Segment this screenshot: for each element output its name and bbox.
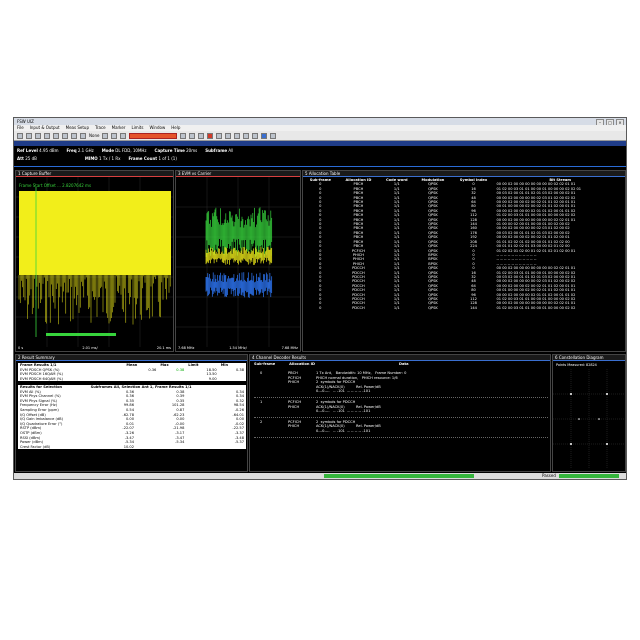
attenuation: Att 25 dB <box>17 156 37 161</box>
cell-bit-stream: 01 02 00 03 01 01 00 00 01 00 00 00 02 0… <box>496 305 576 310</box>
preset-icon[interactable] <box>71 132 77 139</box>
decoder-header: Sub-frame Allocation ID Data <box>254 362 409 366</box>
capture-buffer-axis: 0 s 2.01 ms/20.1 ms <box>18 346 171 350</box>
constellation-plot <box>553 369 625 469</box>
undo-icon[interactable] <box>80 132 86 139</box>
result-summary-title: 2 Result Summary <box>16 355 247 361</box>
result-value <box>136 444 187 450</box>
decoder-subframe: 2 <box>260 419 263 424</box>
measurement-progress <box>324 474 474 478</box>
zoom-out-icon[interactable] <box>225 132 232 139</box>
result-label: Crest Factor (dB) <box>18 444 89 450</box>
toolbar: None <box>14 131 626 141</box>
mode: Mode DL FDD, 10MHz <box>101 148 147 153</box>
play-icon[interactable] <box>180 132 187 139</box>
decoder-data-line: 0---0---- -- -101 -- -- -- -- -101 <box>316 409 371 414</box>
result-value <box>198 444 246 450</box>
frequency: Freq 2.1 GHz <box>66 148 94 153</box>
constellation-title: 6 Constellation Diagram <box>553 355 625 361</box>
decoder-subframe: 1 <box>260 400 263 404</box>
app-window: FSW UIZ – □ × File Input & Output Meas S… <box>13 117 627 480</box>
decoder-data-line: 0---0---- -- -101 -- -- -- -- -101 <box>316 389 371 394</box>
measurement-tab-strip[interactable] <box>14 141 626 146</box>
cell-symbol-index: 144 <box>470 305 477 310</box>
result-value <box>124 376 159 382</box>
points-measured: Points Measured: 82824 <box>556 363 597 367</box>
result-value <box>186 444 199 450</box>
capture-legend: Frame Start Offset ... 2.8207642 ms <box>19 183 91 188</box>
save-icon[interactable] <box>35 132 41 139</box>
play-once-icon[interactable] <box>189 132 196 139</box>
zoom-in-icon[interactable] <box>216 132 223 139</box>
frame-count: Frame Count 1 of 1 (1) <box>128 156 177 161</box>
cell-subframe: 0 <box>319 305 322 310</box>
info-bar: Ref Level 4.95 dBm Freq 2.1 GHz Mode DL … <box>14 141 626 170</box>
zoom-fit-icon[interactable] <box>234 132 241 139</box>
capture-buffer-panel[interactable]: 1 Capture Buffer Frame Start Offset ... … <box>15 170 174 352</box>
decoder-allocation-id: PHICH <box>288 380 300 385</box>
cell-allocation-id: PDCCH <box>352 305 365 310</box>
ref-level: Ref Level 4.95 dBm <box>17 148 59 153</box>
frame-results-table: Frame Results 1/1 Mean Max Limit Min EVM PDS… <box>18 363 246 382</box>
evm-plot <box>176 177 300 347</box>
record-icon[interactable] <box>207 132 214 139</box>
result-row: Crest Factor (dB) 10.02 <box>18 444 246 450</box>
cell-modulation: QPSK <box>428 305 438 310</box>
title-bar: FSW UIZ – □ × <box>14 118 626 126</box>
status-label: Passed <box>542 473 556 478</box>
settings-icon[interactable] <box>53 132 59 139</box>
result-value: 10.02 <box>88 444 137 450</box>
result-label: EVM PDSCH 64QAM (%) <box>18 376 125 382</box>
allocation-table-title: 5 Allocation Table <box>303 171 625 177</box>
info-row-2: Att 25 dB MIMO 1 Tx / 1 Rx Frame Count 1… <box>17 156 177 161</box>
decoder-separator <box>254 397 548 398</box>
decoder-allocation-id: PHICH <box>288 424 300 429</box>
result-summary-panel[interactable]: 2 Result Summary Frame Results 1/1 Mean Ma… <box>15 354 248 472</box>
selection-results-table: Results for Selection Subframes All, Sele… <box>18 385 246 450</box>
new-icon[interactable] <box>17 132 23 139</box>
table-row[interactable]: 0 PDCCH 1/1 QPSK 144 01 02 00 03 01 01 00 00 … <box>303 306 625 310</box>
capture-buffer-plot: Frame Start Offset ... 2.8207642 ms <box>16 177 173 347</box>
sequencer-dropdown[interactable] <box>129 132 178 139</box>
decoder-separator <box>254 416 548 418</box>
allocation-table-panel[interactable]: 5 Allocation Table Sub-frame Allocation … <box>302 170 626 352</box>
tool-icon-2[interactable] <box>111 132 118 139</box>
subframe: Subframe All <box>205 148 234 153</box>
capture-icon[interactable] <box>62 132 68 139</box>
constellation-panel[interactable]: 6 Constellation Diagram Points Measured:… <box>552 354 626 472</box>
result-row: EVM PDSCH 64QAM (%) 9.00 <box>18 376 246 382</box>
decoder-subframe: 0 <box>260 371 263 375</box>
help-icon[interactable] <box>270 132 277 139</box>
tool-icon[interactable] <box>102 132 109 139</box>
peak-icon[interactable] <box>252 132 259 139</box>
capture-trace-envelope <box>19 191 171 275</box>
print-icon[interactable] <box>44 132 50 139</box>
decoder-separator <box>254 436 548 438</box>
info-icon[interactable] <box>261 132 268 139</box>
open-icon[interactable] <box>26 132 32 139</box>
frame-indicator-bar <box>46 333 116 336</box>
result-value <box>218 376 246 382</box>
evm-vs-carrier-panel[interactable]: 3 EVM vs Carrier 7.68 MHz 1.54 MHz/7.68 M… <box>175 170 301 352</box>
result-value: 9.00 <box>186 376 219 382</box>
marker-icon[interactable] <box>243 132 250 139</box>
trace-select[interactable]: None <box>89 133 99 138</box>
tool-icon-3[interactable] <box>120 132 127 139</box>
decoder-allocation-id: PHICH <box>288 404 300 409</box>
channel-decoder-panel[interactable]: 4 Channel Decoder Results Sub-frame Alloc… <box>249 354 551 472</box>
info-separator <box>14 166 626 167</box>
allocation-table: Sub-frame Allocation ID Code word Modula… <box>303 178 625 310</box>
channel-decoder-title: 4 Channel Decoder Results <box>250 355 550 361</box>
status-bar: Passed <box>14 473 626 479</box>
result-value <box>158 376 187 382</box>
mimo: MIMO 1 Tx / 1 Rx <box>84 156 121 161</box>
stop-icon[interactable] <box>198 132 205 139</box>
status-indicator <box>559 474 619 478</box>
app-title: FSW UIZ <box>17 119 34 124</box>
info-row-1: Ref Level 4.95 dBm Freq 2.1 GHz Mode DL … <box>17 148 233 153</box>
decoder-data-line: 0---0---- -- -101 -- -- -- -- -101 <box>316 428 371 433</box>
cell-code-word: 1/1 <box>393 305 400 310</box>
capture-time: Capture Time 20ms <box>154 148 198 153</box>
evm-axis: 7.68 MHz 1.54 MHz/7.68 MHz <box>178 346 298 350</box>
